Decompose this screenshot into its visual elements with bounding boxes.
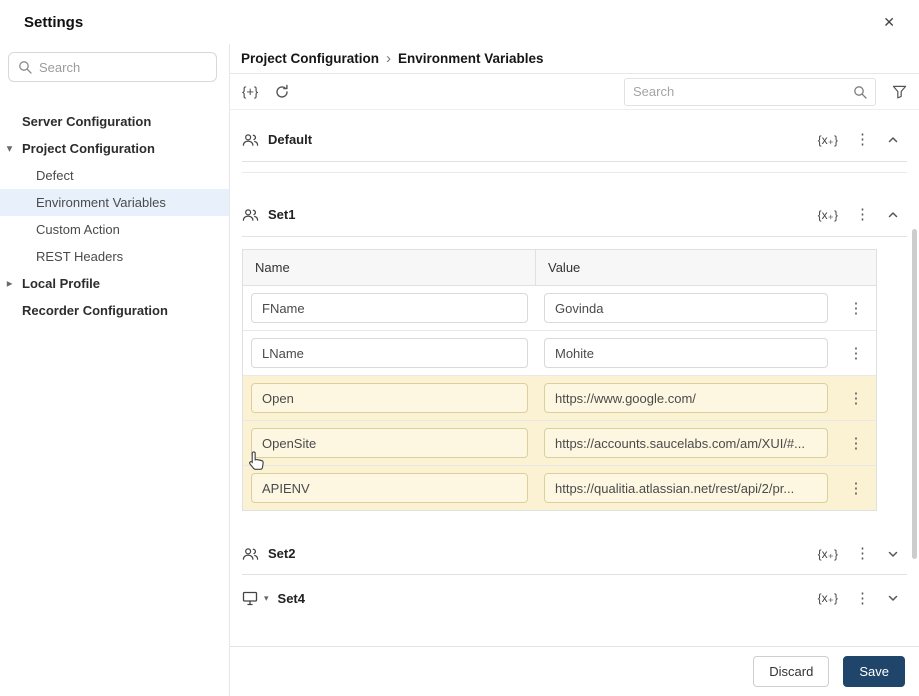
- toolbar-search-input[interactable]: [633, 84, 847, 99]
- breadcrumb: Project Configuration › Environment Vari…: [230, 44, 919, 74]
- variable-name-input[interactable]: [251, 428, 528, 458]
- section-name: Set2: [268, 546, 296, 561]
- kebab-menu-icon[interactable]: ⋮: [836, 301, 876, 316]
- sidebar-item-label: Environment Variables: [36, 195, 166, 210]
- kebab-menu-icon[interactable]: ⋮: [836, 346, 876, 361]
- sidebar-item-label: Defect: [36, 168, 74, 183]
- sidebar-item-label: Local Profile: [22, 276, 101, 291]
- table-row-highlighted: ⋮: [243, 466, 876, 510]
- table-row-highlighted: ⋮: [243, 376, 876, 421]
- add-variable-set-button[interactable]: {+}: [242, 84, 258, 99]
- search-icon: [853, 85, 867, 99]
- variable-name-input[interactable]: [251, 293, 528, 323]
- section-name: Set1: [268, 207, 296, 222]
- chevron-down-icon[interactable]: [887, 548, 899, 560]
- group-icon: [242, 133, 259, 147]
- section-default[interactable]: Default {x₊} ⋮: [242, 118, 907, 162]
- toolbar-search[interactable]: [624, 77, 876, 106]
- discard-button[interactable]: Discard: [753, 656, 830, 687]
- column-header-value: Value: [548, 260, 581, 275]
- variable-value-input[interactable]: [544, 428, 828, 458]
- chevron-down-icon[interactable]: ▾: [264, 593, 269, 604]
- breadcrumb-separator-icon: ›: [386, 50, 391, 67]
- sidebar-item-server-configuration[interactable]: Server Configuration: [0, 108, 229, 135]
- variable-value-input[interactable]: [544, 293, 828, 323]
- table-row: ⋮: [243, 286, 876, 331]
- save-button[interactable]: Save: [843, 656, 905, 687]
- sidebar-item-label: REST Headers: [36, 249, 124, 264]
- chevron-up-icon[interactable]: [887, 209, 899, 221]
- sidebar-search-input[interactable]: [39, 59, 207, 75]
- refresh-icon[interactable]: [274, 84, 290, 100]
- sidebar-item-label: Recorder Configuration: [22, 303, 168, 318]
- search-icon: [18, 60, 32, 74]
- default-empty-content: [242, 162, 907, 173]
- chevron-down-icon[interactable]: ▾: [7, 143, 12, 154]
- variable-name-input[interactable]: [251, 338, 528, 368]
- variables-table: Name Value ⋮ ⋮: [242, 249, 877, 511]
- sections-list: Default {x₊} ⋮ Set1 {x₊} ⋮ Name Value FN…: [230, 110, 919, 646]
- table-row-highlighted: ⋮: [243, 421, 876, 466]
- titlebar: Settings ✕: [0, 0, 919, 44]
- sidebar-item-project-configuration[interactable]: ▾ Project Configuration: [0, 135, 229, 162]
- sidebar-item-custom-action[interactable]: Custom Action: [0, 216, 229, 243]
- kebab-menu-icon[interactable]: ⋮: [855, 546, 870, 561]
- filter-icon[interactable]: [892, 85, 907, 99]
- variable-value-input[interactable]: [544, 473, 828, 503]
- sidebar-item-environment-variables[interactable]: Environment Variables: [0, 189, 229, 216]
- section-set2[interactable]: Set2 {x₊} ⋮: [242, 533, 907, 575]
- breadcrumb-current: Environment Variables: [398, 51, 544, 66]
- variable-value-input[interactable]: [544, 383, 828, 413]
- variables-icon[interactable]: {x₊}: [818, 547, 838, 561]
- table-header: Name Value: [243, 250, 876, 286]
- sidebar-item-local-profile[interactable]: ▸ Local Profile: [0, 270, 229, 297]
- chevron-down-icon[interactable]: [887, 592, 899, 604]
- kebab-menu-icon[interactable]: ⋮: [836, 391, 876, 406]
- monitor-icon: [242, 591, 258, 606]
- section-name: Set4: [277, 590, 305, 606]
- kebab-menu-icon[interactable]: ⋮: [855, 132, 870, 147]
- sidebar-item-defect[interactable]: Defect: [0, 162, 229, 189]
- kebab-menu-icon[interactable]: ⋮: [836, 436, 876, 451]
- sidebar-search[interactable]: [8, 52, 217, 82]
- column-header-name: Name: [243, 250, 536, 285]
- sidebar-item-rest-headers[interactable]: REST Headers: [0, 243, 229, 270]
- table-row: ⋮: [243, 331, 876, 376]
- vertical-scrollbar[interactable]: [912, 229, 917, 559]
- chevron-right-icon[interactable]: ▸: [7, 278, 12, 289]
- dialog-title: Settings: [24, 13, 84, 31]
- close-icon[interactable]: ✕: [883, 14, 895, 31]
- sidebar-item-label: Server Configuration: [22, 114, 152, 129]
- variables-icon[interactable]: {x₊}: [818, 591, 838, 605]
- variable-name-input[interactable]: [251, 473, 528, 503]
- section-name: Default: [268, 132, 313, 147]
- toolbar: {+}: [230, 74, 919, 110]
- footer: Discard Save: [230, 646, 919, 696]
- settings-sidebar: Server Configuration ▾ Project Configura…: [0, 44, 230, 696]
- kebab-menu-icon[interactable]: ⋮: [855, 207, 870, 222]
- section-set1[interactable]: Set1 {x₊} ⋮: [242, 193, 907, 237]
- sidebar-nav: Server Configuration ▾ Project Configura…: [0, 108, 229, 324]
- group-icon: [242, 208, 259, 222]
- variables-icon[interactable]: {x₊}: [818, 133, 838, 147]
- kebab-menu-icon[interactable]: ⋮: [855, 591, 870, 606]
- sidebar-item-label: Project Configuration: [22, 141, 155, 156]
- settings-dialog: Settings ✕ Server Configuration ▾ Projec…: [0, 0, 919, 696]
- sidebar-item-label: Custom Action: [36, 222, 120, 237]
- sidebar-item-recorder-configuration[interactable]: Recorder Configuration: [0, 297, 229, 324]
- section-set4[interactable]: ▾ Set4 {x₊} ⋮: [242, 575, 907, 621]
- variable-value-input[interactable]: [544, 338, 828, 368]
- main-panel: Project Configuration › Environment Vari…: [230, 44, 919, 696]
- breadcrumb-parent[interactable]: Project Configuration: [241, 51, 379, 66]
- group-icon: [242, 547, 259, 561]
- variables-icon[interactable]: {x₊}: [818, 208, 838, 222]
- variable-name-input[interactable]: [251, 383, 528, 413]
- chevron-up-icon[interactable]: [887, 134, 899, 146]
- kebab-menu-icon[interactable]: ⋮: [836, 481, 876, 496]
